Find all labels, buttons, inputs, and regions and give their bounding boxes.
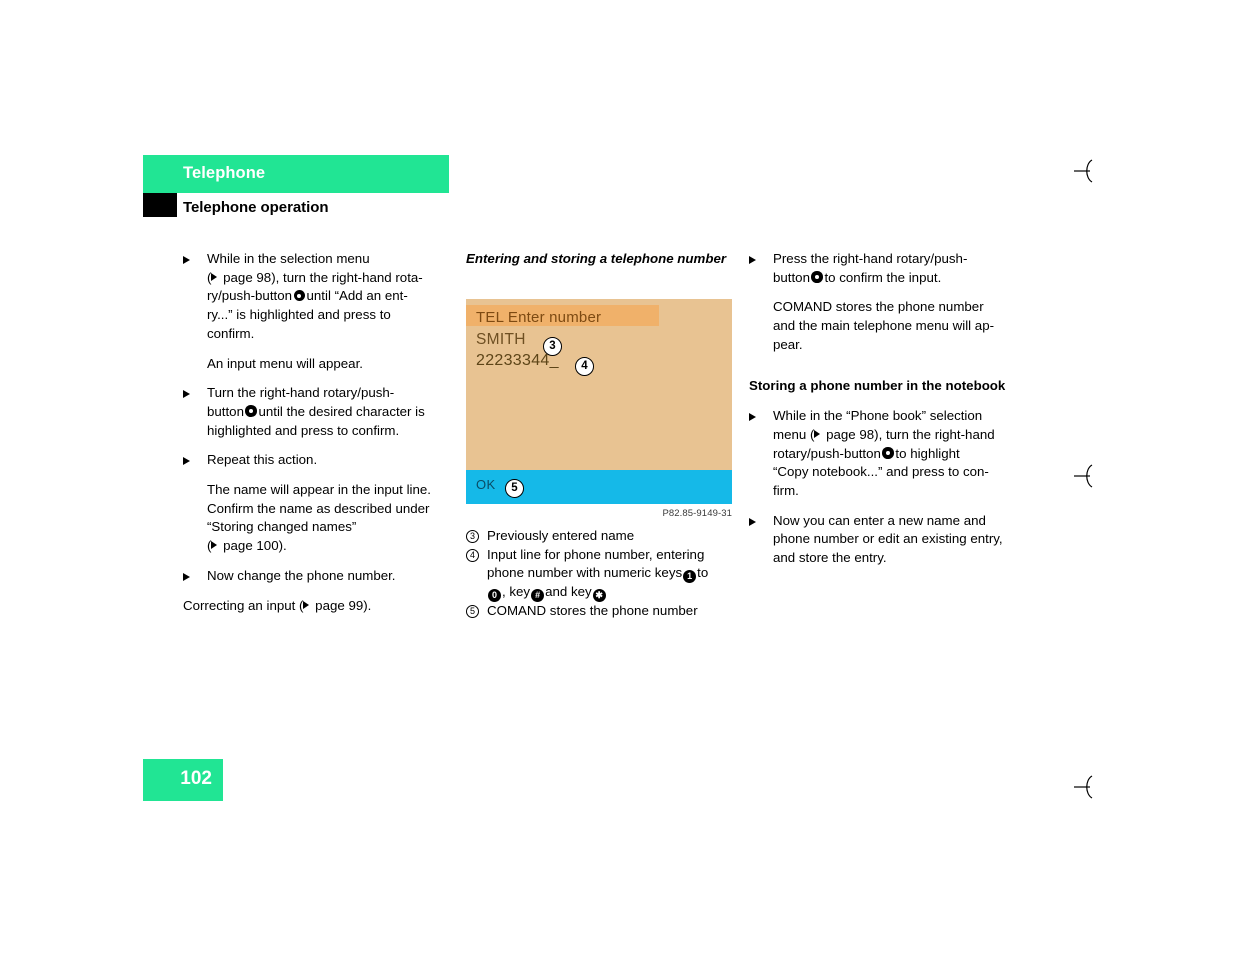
subheading-storing-notebook: Storing a phone number in the notebook	[749, 377, 1006, 393]
legend-item-3: 3 Previously entered name	[466, 527, 734, 546]
comand-screen-figure: TEL Enter number SMITH 22233344_ OK	[466, 299, 732, 504]
closing-note: Correcting an input ( page 99).	[183, 597, 445, 616]
step-line: While in the selection menu	[207, 251, 370, 266]
legend-text: phone number with numeric keys	[487, 565, 683, 581]
step-line: page 98), turn the right-hand	[822, 426, 995, 442]
step-line: page 98), turn the right-hand rota-	[219, 269, 423, 285]
callout-number-icon: 4	[466, 548, 479, 562]
list-item: Now change the phone number.	[183, 567, 445, 586]
subheading-entering-storing: Entering and storing a telephone number	[466, 251, 727, 266]
list-item: Now you can enter a new name and phone n…	[749, 512, 1017, 568]
registration-mark-icon	[1072, 772, 1102, 802]
figure-callout-3: 3	[543, 337, 562, 356]
figure-legend-list: 3 Previously entered name 4 Input line for…	[466, 527, 734, 621]
legend-text: and key	[545, 584, 592, 600]
page-number-box: 102	[143, 759, 223, 801]
note-line: pear.	[773, 336, 803, 352]
note-text: An input menu will appear.	[207, 355, 363, 371]
step-line: menu (	[773, 426, 815, 442]
screen-entered-number: 22233344_	[476, 352, 559, 369]
note-line: COMAND stores the phone number	[773, 299, 984, 315]
screen-entered-name: SMITH	[476, 331, 526, 348]
step-line: Repeat this action.	[207, 452, 318, 468]
step-line: Press the right-hand rotary/push-	[773, 251, 968, 266]
page-number: 102	[180, 768, 212, 789]
screen-title-text: TEL Enter number	[476, 308, 602, 326]
step-line: Turn the right-hand rotary/push-	[207, 385, 395, 401]
step-line: confirm.	[207, 325, 255, 341]
column-middle: Entering and storing a telephone number	[466, 250, 732, 281]
column-left: While in the selection menu ( page 98), …	[183, 250, 445, 626]
page-ref-icon	[814, 429, 821, 438]
legend-text: Input line for phone number, entering	[487, 546, 705, 562]
column-right: Press the right-hand rotary/push- button…	[749, 250, 1017, 579]
step-line: “Copy notebook...” and press to con-	[773, 464, 989, 480]
step-line: phone number or edit an existing entry,	[773, 531, 1003, 547]
step-line: rotary/push-button	[773, 445, 881, 461]
list-item: While in the “Phone book” selection menu…	[749, 407, 1017, 501]
manual-page: Telephone Telephone operation While in t…	[0, 0, 1235, 954]
legend-text: , key	[502, 584, 531, 600]
step-line: firm.	[773, 483, 799, 499]
key-hash-icon: #	[531, 589, 545, 603]
rotary-push-button-icon	[811, 271, 823, 283]
legend-text: COMAND stores the phone number	[487, 603, 698, 619]
step-line: button	[207, 403, 244, 419]
note-line: page 100).	[219, 538, 287, 554]
list-item: Repeat this action.	[183, 451, 445, 470]
page-ref-icon	[211, 272, 218, 281]
step-line: Now change the phone number.	[207, 567, 396, 583]
step-line: ry/push-button	[207, 288, 293, 304]
note-line: Confirm the name as described under	[207, 500, 430, 516]
step-line: until the desired character is	[258, 403, 425, 419]
step-line: highlighted and press to confirm.	[207, 422, 400, 438]
step-line: and store the entry.	[773, 550, 887, 566]
step-line: Now you can enter a new name and	[773, 512, 986, 528]
step-line: ry...” is highlighted and press to	[207, 307, 391, 323]
rotary-push-button-icon	[293, 289, 306, 302]
note-line: “Storing changed names”	[207, 519, 357, 535]
step-line: until “Add an ent-	[306, 288, 408, 304]
legend-item-4: 4 Input line for phone number, entering p…	[466, 546, 734, 603]
step-line: While in the “Phone book” selection	[773, 408, 983, 424]
list-item: Press the right-hand rotary/push- button…	[749, 250, 1017, 287]
legend-text: Previously entered name	[487, 528, 635, 543]
step-line: to highlight	[895, 445, 960, 461]
rotary-push-button-icon	[245, 405, 257, 417]
note-line: and the main telephone menu will ap-	[773, 318, 995, 334]
screen-ok-label: OK	[476, 477, 496, 492]
legend-item-5: 5 COMAND stores the phone number	[466, 602, 734, 621]
callout-number-icon: 3	[466, 530, 479, 543]
registration-mark-icon	[1072, 461, 1102, 491]
callout-number-icon: 5	[466, 605, 479, 619]
note-text: The name will appear in the input line. …	[183, 481, 445, 556]
key-star-icon: ✱	[592, 589, 606, 603]
closing-text: Correcting an input (	[183, 597, 304, 613]
registration-mark-icon	[1072, 156, 1102, 186]
step-line: to confirm the input.	[824, 269, 942, 285]
rotary-push-button-icon	[882, 447, 894, 459]
figure-callout-5: 5	[505, 479, 524, 498]
figure-callout-4: 4	[575, 357, 594, 376]
key-0-icon: 0	[488, 589, 501, 603]
note-text: COMAND stores the phone number and the m…	[749, 298, 1017, 354]
chapter-title: Telephone	[183, 164, 266, 182]
note-line: The name will appear in the input line.	[207, 482, 431, 498]
page-ref-icon	[303, 600, 310, 609]
list-item: Turn the right-hand rotary/push- button u…	[183, 384, 445, 440]
chapter-header-bar: Telephone	[143, 155, 449, 193]
legend-text: to	[697, 565, 709, 581]
key-1-icon: 1	[683, 570, 697, 584]
closing-text: page 99).	[311, 597, 372, 613]
step-line: button	[773, 269, 810, 285]
section-title: Telephone operation	[183, 199, 329, 216]
list-item: While in the selection menu ( page 98), …	[183, 250, 445, 344]
figure-caption: P82.85-9149-31	[662, 508, 732, 519]
page-ref-icon	[211, 541, 218, 550]
section-marker-block	[143, 193, 177, 217]
